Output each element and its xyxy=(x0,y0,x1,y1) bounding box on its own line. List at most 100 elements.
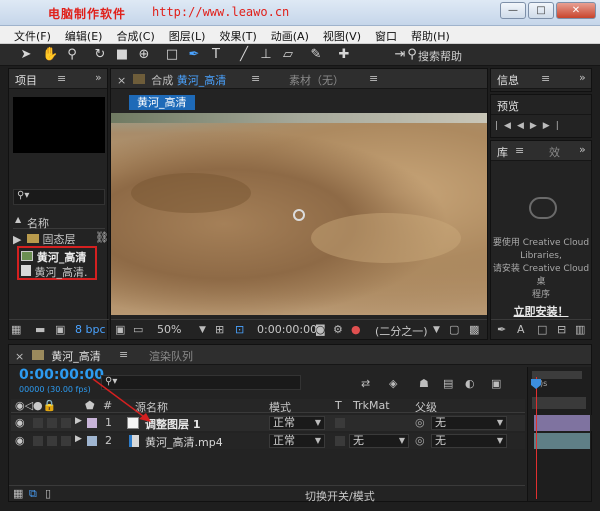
target-region-icon[interactable]: ▢ xyxy=(449,323,459,337)
project-folder-row[interactable]: ▶ 固态层 ⛓ xyxy=(13,231,109,247)
preserve-transparency-toggle[interactable] xyxy=(335,418,345,428)
rotate-tool-icon[interactable]: ↻ xyxy=(92,47,108,63)
maximize-button[interactable]: □ xyxy=(528,2,554,19)
anchor-point-icon[interactable] xyxy=(293,209,305,221)
work-area-bar[interactable] xyxy=(532,371,582,379)
transfer-controls-icon[interactable]: ⧉ xyxy=(29,487,37,501)
menu-window[interactable]: 窗口 xyxy=(369,26,405,43)
menu-file[interactable]: 文件(F) xyxy=(8,26,59,43)
new-comp-icon[interactable]: ▣ xyxy=(55,323,65,337)
panel-menu-icon[interactable]: ≡ xyxy=(119,348,128,361)
preserve-transparency-toggle[interactable] xyxy=(335,436,345,446)
trash-icon[interactable]: ▥ xyxy=(575,323,585,337)
flowchart-icon[interactable]: ⛓ xyxy=(95,231,109,244)
zoom-level[interactable]: 50% xyxy=(157,323,181,336)
comp-breadcrumb[interactable]: 黄河_高清 xyxy=(129,94,195,110)
blend-mode-select[interactable]: 正常 xyxy=(269,416,325,430)
menu-edit[interactable]: 编辑(E) xyxy=(59,26,111,43)
bit-depth-label[interactable]: 8 bpc xyxy=(75,323,106,336)
search-help-label[interactable]: 搜索帮助 xyxy=(418,48,462,64)
hand-tool-icon[interactable]: ✋ xyxy=(42,47,58,63)
timeline-graph-area[interactable]: )s xyxy=(527,367,592,501)
menu-animation[interactable]: 动画(A) xyxy=(265,26,317,43)
chevron-down-icon[interactable]: ▼ xyxy=(199,323,206,337)
project-comp-row[interactable]: 黄河_高清 xyxy=(21,249,97,265)
project-search-input[interactable]: ⚲▾ xyxy=(13,189,105,205)
roto-brush-tool-icon[interactable]: ✎ xyxy=(308,47,324,63)
new-folder-icon[interactable]: ▬ xyxy=(35,323,45,337)
monitor-icon[interactable]: ▭ xyxy=(133,323,143,337)
text-style-icon[interactable]: A xyxy=(517,323,525,337)
menu-view[interactable]: 视图(V) xyxy=(317,26,369,43)
install-button[interactable]: 立即安装！ xyxy=(491,303,591,319)
breadcrumb-label[interactable]: 黄河_高清 xyxy=(129,95,195,110)
comp-tab-name[interactable]: 黄河_高清 xyxy=(177,74,227,87)
pick-whip-icon[interactable]: ◎ xyxy=(415,416,425,429)
type-tool-icon[interactable]: T xyxy=(208,47,224,63)
interpret-footage-icon[interactable]: ▦ xyxy=(11,323,21,337)
lock-toggle[interactable] xyxy=(61,436,71,446)
always-preview-icon[interactable]: ▣ xyxy=(115,323,125,337)
panel-expand-icon[interactable]: » xyxy=(95,71,102,84)
layer-name[interactable]: 黄河_高清.mp4 xyxy=(145,434,223,450)
library-tab[interactable]: 库 xyxy=(497,146,508,159)
puppet-tool-icon[interactable]: ✚ xyxy=(336,47,352,63)
comp-mini-flowchart-icon[interactable]: ⇄ xyxy=(361,377,370,391)
draft-3d-icon[interactable]: ◈ xyxy=(389,377,397,391)
panel-menu-icon[interactable]: ≡ xyxy=(251,72,260,85)
camera-tool-icon[interactable]: ■ xyxy=(114,47,130,63)
panel-menu-icon[interactable]: ≡ xyxy=(57,72,66,85)
pen-icon[interactable]: ✒ xyxy=(497,323,506,337)
pick-whip-icon[interactable]: ◎ xyxy=(415,434,425,447)
pen-tool-icon[interactable]: ✒ xyxy=(186,47,202,63)
comp-viewer[interactable] xyxy=(111,113,487,315)
frame-blending-icon[interactable]: ▤ xyxy=(443,377,453,391)
zoom-tool-icon[interactable]: ⚲ xyxy=(64,47,80,63)
preview-tab[interactable]: 预览 xyxy=(497,100,519,113)
lock-toggle[interactable] xyxy=(61,418,71,428)
project-tab[interactable]: 项目 xyxy=(15,74,37,87)
panel-menu-icon[interactable]: ≡ xyxy=(541,72,550,85)
graph-editor-icon[interactable]: ▣ xyxy=(491,377,501,391)
current-time-indicator[interactable] xyxy=(536,377,537,499)
in-out-icon[interactable]: ▯ xyxy=(45,487,51,501)
minimize-button[interactable]: — xyxy=(500,2,526,19)
visibility-eye-icon[interactable]: ◉ xyxy=(15,434,25,447)
blend-mode-select[interactable]: 正常 xyxy=(269,434,325,448)
render-queue-tab[interactable]: 渲染队列 xyxy=(149,348,193,364)
menu-composition[interactable]: 合成(C) xyxy=(110,26,162,43)
region-of-interest-icon[interactable]: ⊡ xyxy=(235,323,244,337)
name-column-label[interactable]: 名称 xyxy=(27,215,49,231)
solo-toggle[interactable] xyxy=(47,418,57,428)
comp-timecode[interactable]: 0:00:00:00 xyxy=(257,323,317,336)
panel-menu-icon[interactable]: ≡ xyxy=(369,72,378,85)
audio-toggle[interactable] xyxy=(33,436,43,446)
info-tab[interactable]: 信息 xyxy=(497,74,519,87)
clone-stamp-tool-icon[interactable]: ⊥ xyxy=(258,47,274,63)
preview-controls[interactable]: |◀◀▶▶| xyxy=(495,121,589,133)
eraser-tool-icon[interactable]: ▱ xyxy=(280,47,296,63)
panel-expand-icon[interactable]: » xyxy=(579,143,586,156)
pan-behind-tool-icon[interactable]: ⊕ xyxy=(136,47,152,63)
close-button[interactable]: ✕ xyxy=(556,2,596,19)
solo-toggle[interactable] xyxy=(47,436,57,446)
resolution-select[interactable]: (二分之一) xyxy=(375,323,428,339)
parent-column-label[interactable]: 父级 xyxy=(415,399,437,415)
chevron-down-icon[interactable]: ▼ xyxy=(433,323,440,337)
square-icon[interactable]: □ xyxy=(537,323,547,337)
menu-effect[interactable]: 效果(T) xyxy=(213,26,264,43)
parent-select[interactable]: 无 xyxy=(431,416,507,430)
comp-tab-prefix[interactable]: 合成 xyxy=(151,74,173,87)
rectangle-tool-icon[interactable]: □ xyxy=(164,47,180,63)
trkmat-column-label[interactable]: TrkMat xyxy=(353,399,390,412)
lock-icon[interactable] xyxy=(132,74,145,84)
menu-layer[interactable]: 图层(L) xyxy=(163,26,214,43)
effects-tab[interactable]: 效 xyxy=(549,144,560,160)
track-matte-select[interactable]: 无 xyxy=(349,434,409,448)
panel-expand-icon[interactable]: » xyxy=(579,71,586,84)
shy-layers-icon[interactable]: ☗ xyxy=(419,377,429,391)
time-navigator[interactable] xyxy=(532,397,586,409)
audio-toggle[interactable] xyxy=(33,418,43,428)
snapshot-icon[interactable]: ◙ xyxy=(315,323,326,337)
layer-1-bar[interactable] xyxy=(534,415,590,431)
